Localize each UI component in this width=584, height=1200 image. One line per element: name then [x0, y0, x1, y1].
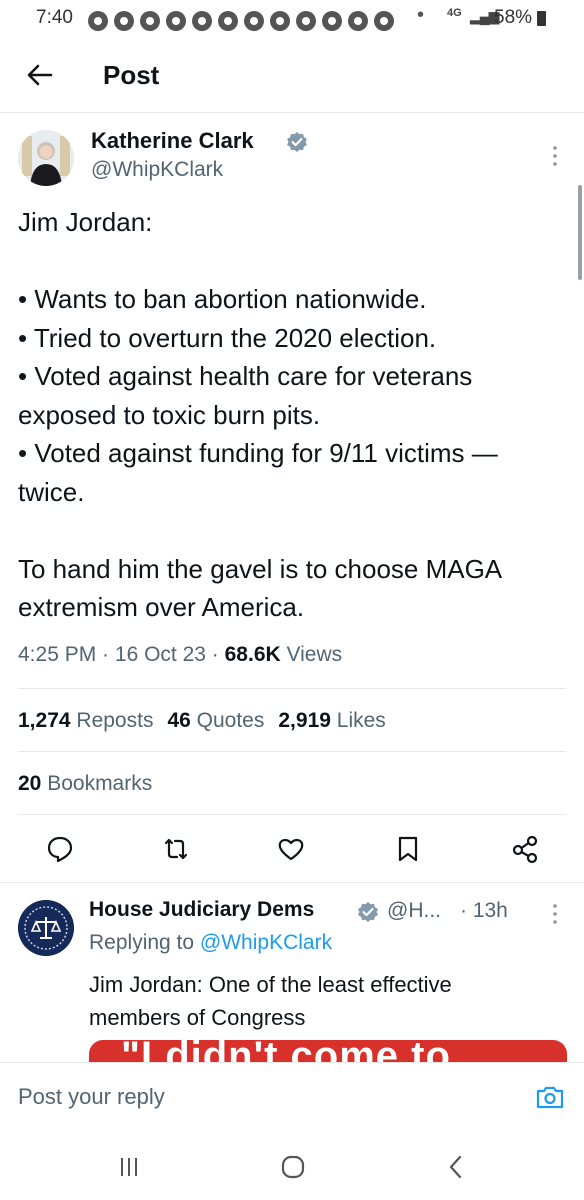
likes-label: Likes [336, 709, 386, 732]
more-notifications-icon: • [417, 4, 425, 26]
tweet-date: 16 Oct 23 [114, 643, 206, 666]
reply-author-name[interactable]: House Judiciary Dems [89, 898, 314, 922]
chrome-icon [244, 11, 264, 31]
bookmarks-label: Bookmarks [47, 772, 153, 795]
reply-timestamp: · 13h [460, 899, 508, 922]
chrome-icon [270, 11, 290, 31]
reply-author-handle[interactable]: @H... [387, 899, 441, 923]
reply-text: Jim Jordan: One of the least effective m… [89, 972, 452, 1030]
author-name[interactable]: Katherine Clark [91, 128, 254, 154]
camera-icon[interactable] [535, 1082, 565, 1112]
more-options-icon[interactable] [545, 902, 565, 926]
bookmark-icon[interactable] [392, 833, 424, 865]
chrome-icon [114, 11, 134, 31]
reposts-count: 1,274 [18, 709, 71, 732]
reply-media-image[interactable]: "I didn't come to [89, 1040, 567, 1064]
chrome-icon [192, 11, 212, 31]
repost-icon[interactable] [160, 833, 192, 865]
likes-stat[interactable]: 2,919 Likes [278, 709, 385, 733]
avatar[interactable] [18, 130, 74, 186]
share-icon[interactable] [509, 833, 541, 865]
chrome-icon [374, 11, 394, 31]
engagement-stats: 1,274 Reposts 46 Quotes 2,919 Likes [18, 709, 400, 733]
replying-to-label: Replying to [89, 931, 195, 954]
header-divider [0, 112, 584, 113]
bookmarks-stat[interactable]: 20 Bookmarks [18, 772, 152, 796]
likes-count: 2,919 [278, 709, 331, 732]
back-nav-icon[interactable] [441, 1152, 471, 1182]
chrome-icon [322, 11, 342, 31]
recent-apps-icon[interactable] [114, 1152, 144, 1182]
chrome-icon [348, 11, 368, 31]
reply-icon[interactable] [44, 833, 76, 865]
reply-avatar[interactable] [18, 900, 74, 956]
chrome-icon [88, 11, 108, 31]
home-icon[interactable] [278, 1152, 308, 1182]
battery-icon [537, 11, 546, 26]
bookmarks-divider [18, 814, 566, 815]
actions-divider [0, 882, 584, 883]
chrome-icon [296, 11, 316, 31]
quotes-label: Quotes [196, 709, 265, 732]
tweet-text: Jim Jordan: • Wants to ban abortion nati… [18, 207, 501, 622]
network-type: 4G [447, 7, 462, 19]
more-options-icon[interactable] [545, 144, 565, 168]
quotes-stat[interactable]: 46 Quotes [167, 709, 264, 733]
status-time: 7:40 [36, 7, 73, 28]
chrome-icon [140, 11, 160, 31]
scrollbar[interactable] [578, 185, 582, 280]
reply-input[interactable]: Post your reply [18, 1084, 165, 1110]
like-heart-icon[interactable] [275, 833, 307, 865]
tweet-meta: 4:25 PM · 16 Oct 23 · 68.6K Views [18, 643, 343, 666]
page-title: Post [103, 60, 160, 90]
reposts-stat[interactable]: 1,274 Reposts [18, 709, 153, 733]
quotes-count: 46 [167, 709, 191, 732]
verified-badge-icon [287, 132, 307, 152]
meta-divider [18, 688, 566, 689]
chrome-icon [218, 11, 238, 31]
views-label: Views [286, 643, 343, 666]
bookmarks-count: 20 [18, 772, 42, 795]
replying-to-link[interactable]: @WhipKClark [200, 931, 332, 954]
verified-badge-icon [358, 902, 378, 922]
chrome-icon [166, 11, 186, 31]
author-handle[interactable]: @WhipKClark [91, 158, 223, 182]
reply-media-caption: "I didn't come to [121, 1040, 451, 1064]
stats-divider [18, 751, 566, 752]
back-arrow-icon[interactable] [25, 60, 55, 90]
reposts-label: Reposts [76, 709, 154, 732]
replying-to-line: Replying to @WhipKClark [89, 931, 332, 955]
tweet-time: 4:25 PM [18, 643, 97, 666]
battery-percent: 58% [494, 7, 533, 28]
views-count: 68.6K [224, 643, 281, 666]
